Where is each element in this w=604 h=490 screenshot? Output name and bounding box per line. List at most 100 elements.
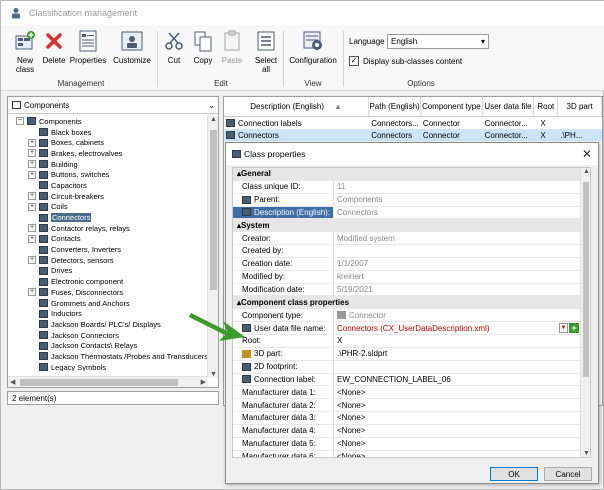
copy-button[interactable]: Copy xyxy=(191,29,215,65)
close-icon[interactable]: ✕ xyxy=(582,147,592,161)
property-row[interactable]: Modification date: 5/19/2021 xyxy=(233,283,590,297)
tree-item[interactable]: + Brakes, electrovalves xyxy=(8,148,208,159)
cancel-button[interactable]: Cancel xyxy=(544,467,592,481)
tree-item[interactable]: + Building xyxy=(8,159,208,170)
chevron-down-icon[interactable]: ▼ xyxy=(559,323,568,334)
property-value[interactable]: <None>▼ xyxy=(334,399,590,411)
tree-item[interactable]: Jackson Thermostats /Probes and Transduc… xyxy=(8,351,208,362)
property-row[interactable]: Manufacturer data 3: <None>▼ xyxy=(233,412,590,425)
property-value[interactable]: EW_CONNECTION_LABEL_06… xyxy=(334,374,590,386)
column-3d-part[interactable]: 3D part xyxy=(558,97,602,116)
category-system[interactable]: ▴ System xyxy=(233,219,590,233)
tree-item[interactable]: Connectors xyxy=(8,212,208,223)
tree-item[interactable]: Jackson Contacts\ Relays xyxy=(8,340,208,351)
customize-button[interactable]: Customize xyxy=(111,29,153,65)
property-value[interactable]: … xyxy=(334,361,590,373)
property-value[interactable]: <None>▼ xyxy=(334,412,590,424)
tree-item[interactable]: − Components xyxy=(8,116,208,127)
tree-item[interactable]: + Fuses, Disconnectors xyxy=(8,287,208,298)
scroll-thumb[interactable] xyxy=(210,130,217,290)
new-class-button[interactable]: New class xyxy=(11,29,39,74)
ok-button[interactable]: OK xyxy=(490,467,538,481)
chevron-down-icon[interactable]: ⌄ xyxy=(208,101,215,110)
column-path[interactable]: Path (English) xyxy=(369,97,421,116)
property-row[interactable]: Class unique ID: 11 xyxy=(233,180,590,194)
expand-icon[interactable]: + xyxy=(28,149,36,158)
property-row[interactable]: Manufacturer data 2: <None>▼ xyxy=(233,399,590,413)
scroll-thumb[interactable] xyxy=(20,379,178,386)
category-component[interactable]: ▴ Component class properties xyxy=(233,296,590,310)
tree-item[interactable]: + Circuit-breakers xyxy=(8,191,208,202)
property-value[interactable]: <None>▼ xyxy=(334,425,590,437)
expand-icon[interactable]: + xyxy=(28,256,36,265)
tree-item[interactable]: Jackson Connectors xyxy=(8,330,208,341)
tree-item[interactable]: Grommets and Anchors xyxy=(8,298,208,309)
property-value[interactable]: Connectors (CX_UserDataDescription.xml) ▼… xyxy=(334,322,590,334)
scroll-right-icon[interactable]: ▶ xyxy=(201,378,206,386)
property-row[interactable]: Connection label: EW_CONNECTION_LABEL_06… xyxy=(233,373,590,387)
tree-item[interactable]: + Contactor relays, relays xyxy=(8,223,208,234)
column-root[interactable]: Root xyxy=(534,97,559,116)
tree-item[interactable]: Converters, Inverters xyxy=(8,244,208,255)
property-row[interactable]: Manufacturer data 1: <None>▼ xyxy=(233,386,590,400)
select-all-button[interactable]: Select all xyxy=(253,29,279,74)
tree-horizontal-scrollbar[interactable]: ◀ ▶ xyxy=(8,376,208,387)
property-row[interactable]: User data file name: Connectors (CX_UserD… xyxy=(233,322,590,335)
tree-item[interactable]: + Coils xyxy=(8,202,208,213)
delete-button[interactable]: Delete xyxy=(41,29,67,65)
column-user-data-file[interactable]: User data file xyxy=(483,97,535,116)
paste-button[interactable]: Paste xyxy=(219,29,245,65)
tree-item[interactable]: Legacy Symbols xyxy=(8,362,208,371)
expand-icon[interactable]: + xyxy=(28,192,36,201)
property-row[interactable]: Description (English): Connectors xyxy=(233,206,590,220)
tree-item[interactable]: + Contacts xyxy=(8,234,208,245)
property-row[interactable]: Manufacturer data 5: <None>▼ xyxy=(233,437,590,451)
tree-item[interactable]: Electronic component xyxy=(8,276,208,287)
category-general[interactable]: ▴ General xyxy=(233,168,590,181)
property-row[interactable]: 3D part: .\PHR-2.sldprt… xyxy=(233,347,590,361)
tree-header[interactable]: Components ⌄ xyxy=(8,97,218,114)
property-row[interactable]: Creator: Modified system xyxy=(233,232,590,246)
expand-icon[interactable]: + xyxy=(28,202,36,211)
tree-item[interactable]: + Buttons, switches xyxy=(8,169,208,180)
tree-item[interactable]: Black boxes xyxy=(8,127,208,138)
property-row[interactable]: Root: X xyxy=(233,334,590,348)
scroll-down-icon[interactable]: ▼ xyxy=(583,450,590,457)
table-row[interactable]: Connection labels Connectors... Connecto… xyxy=(224,117,602,129)
property-value[interactable]: <None>▼ xyxy=(334,451,590,457)
add-icon[interactable]: + xyxy=(569,323,579,334)
table-row[interactable]: Connectors Connectors Connector Connecto… xyxy=(224,129,602,141)
tree-item[interactable]: Drives xyxy=(8,266,208,277)
property-value[interactable]: X xyxy=(334,335,590,347)
scroll-up-icon[interactable]: ▲ xyxy=(210,116,217,123)
property-row[interactable]: Component type: Connector xyxy=(233,309,590,323)
property-value[interactable]: <None>▼ xyxy=(334,386,590,398)
expand-icon[interactable]: + xyxy=(28,288,36,297)
scroll-thumb[interactable] xyxy=(583,182,589,377)
expand-icon[interactable]: + xyxy=(28,170,36,179)
property-row[interactable]: Creation date: 1/1/2007 xyxy=(233,257,590,271)
scroll-down-icon[interactable]: ▼ xyxy=(210,371,217,378)
property-row[interactable]: 2D footprint:… xyxy=(233,360,590,374)
collapse-icon[interactable]: − xyxy=(16,117,24,126)
tree-item[interactable]: Inductors xyxy=(8,308,208,319)
tree-item[interactable]: + Boxes, cabinets xyxy=(8,137,208,148)
property-row[interactable]: Parent: Components xyxy=(233,193,590,207)
property-row[interactable]: Created by: xyxy=(233,245,590,258)
configuration-button[interactable]: Configuration xyxy=(287,29,339,65)
display-sub-classes-checkbox[interactable]: ✓ Display sub-classes content xyxy=(349,56,462,66)
expand-icon[interactable]: + xyxy=(28,160,36,169)
property-row[interactable]: Modified by: kreinert xyxy=(233,270,590,284)
column-component-type[interactable]: Component type xyxy=(421,97,483,116)
expand-icon[interactable]: + xyxy=(28,224,36,233)
properties-button[interactable]: Properties xyxy=(69,29,107,65)
property-row[interactable]: Manufacturer data 4: <None>▼ xyxy=(233,424,590,438)
scroll-up-icon[interactable]: ▲ xyxy=(583,168,590,175)
property-row[interactable]: Manufacturer data 6: <None> ▼ xyxy=(233,450,590,457)
grid-vertical-scrollbar[interactable]: ▲ ▼ xyxy=(580,168,590,457)
expand-icon[interactable]: + xyxy=(28,234,36,243)
property-value[interactable]: <None>▼ xyxy=(334,438,590,450)
tree-item[interactable]: Capacitors xyxy=(8,180,208,191)
property-value[interactable]: .\PHR-2.sldprt… xyxy=(334,348,590,360)
cut-button[interactable]: Cut xyxy=(163,29,185,65)
